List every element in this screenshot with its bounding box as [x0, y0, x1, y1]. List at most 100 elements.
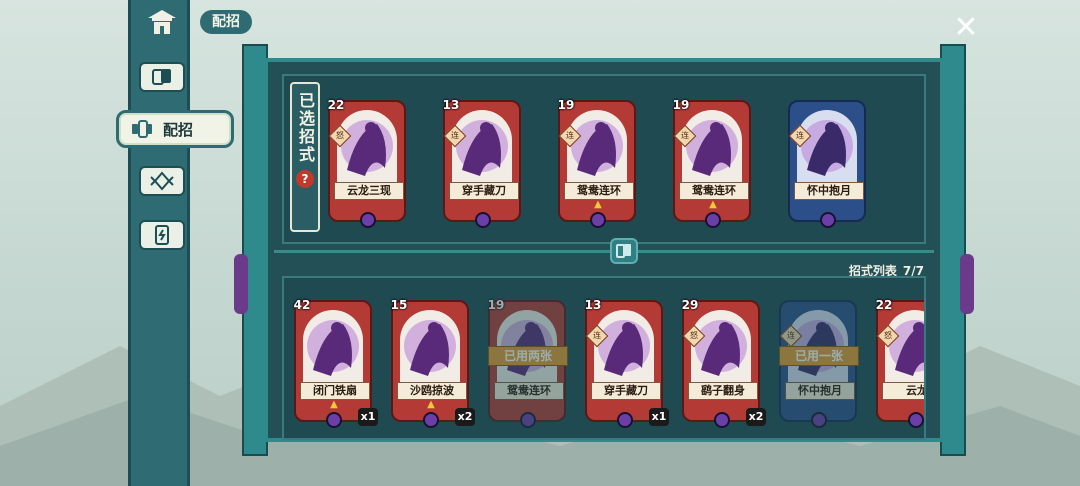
- tassel-right: [960, 254, 974, 314]
- gem-icon: [475, 212, 491, 228]
- card-device-icon: [155, 225, 169, 245]
- card-name: 怀中抱月: [794, 182, 864, 200]
- upgrade-arrow-icon: ▲: [709, 199, 717, 210]
- card-type-label: 连: [593, 331, 601, 340]
- card-name: 穿手藏刀: [449, 182, 519, 200]
- card-type-label: 怒: [884, 331, 892, 340]
- card-art: [691, 310, 751, 392]
- card-art: [452, 110, 512, 192]
- tassel-left: [234, 254, 248, 314]
- card-cost: 15: [390, 298, 408, 312]
- card-art: [303, 310, 363, 392]
- close-icon[interactable]: ✕: [950, 12, 982, 44]
- card-type-label: 怒: [690, 331, 698, 340]
- upgrade-arrow-icon: ▲: [427, 399, 435, 410]
- nav-active-label: 配招: [163, 120, 194, 139]
- deck-icon: [132, 120, 152, 138]
- nav-cards[interactable]: [139, 62, 185, 92]
- card-art: [682, 110, 742, 192]
- card-cost: 19: [557, 98, 575, 112]
- card-type-label: 连: [451, 131, 459, 140]
- list-card[interactable]: 22 怒云龙: [876, 298, 924, 428]
- list-card[interactable]: 42 闭门铁扇 ▲ x1: [294, 298, 378, 428]
- card-art: [567, 110, 627, 192]
- selected-card[interactable]: 13 连穿手藏刀: [443, 98, 521, 228]
- list-card[interactable]: 19 鸳鸯连环 已用两张: [488, 298, 568, 428]
- panel-frame: 已选招式 ? 22 怒云龙三现 13 连穿手藏刀 19 连鸳鸯连环 ▲ 19 连鸳鸯连环 ▲ 连怀中…: [264, 58, 944, 442]
- side-nav: [128, 0, 190, 486]
- card-type-label: 连: [681, 131, 689, 140]
- selected-card[interactable]: 连怀中抱月: [788, 100, 866, 228]
- card-cost: 19: [672, 98, 690, 112]
- card-cost: 19: [487, 298, 505, 312]
- card-count: x2: [455, 408, 475, 426]
- nav-card-device[interactable]: [139, 220, 185, 250]
- card-name: 鸳鸯连环: [679, 182, 749, 200]
- emblem-icon: [150, 171, 174, 191]
- card-type-label: 怒: [336, 131, 344, 140]
- card-cost: [784, 98, 808, 116]
- used-badge: 已用两张: [488, 346, 568, 366]
- nav-deck-active[interactable]: 配招: [116, 110, 234, 148]
- card-name: 怀中抱月: [785, 382, 855, 400]
- nav-emblem[interactable]: [139, 166, 185, 196]
- gem-icon: [811, 412, 827, 428]
- card-count: x1: [649, 408, 669, 426]
- card-count: x2: [746, 408, 766, 426]
- gem-icon: [590, 212, 606, 228]
- gem-icon: [326, 412, 342, 428]
- card-cost: 42: [293, 298, 311, 312]
- selected-moves-label: 已选招式 ?: [290, 82, 320, 232]
- list-card[interactable]: 连怀中抱月 已用一张: [779, 300, 859, 428]
- card-cost: 13: [584, 298, 602, 312]
- card-name: 鹞子翻身: [688, 382, 758, 400]
- list-card[interactable]: 15 沙鸥掠波 ▲ x2: [391, 298, 475, 428]
- list-card[interactable]: 29 怒鹞子翻身 x2: [682, 298, 766, 428]
- card-name: 闭门铁扇: [300, 382, 370, 400]
- help-icon[interactable]: ?: [296, 170, 314, 188]
- gem-icon: [360, 212, 376, 228]
- card-cost: 29: [681, 298, 699, 312]
- deck-toggle-icon[interactable]: [610, 238, 638, 264]
- card-name: 云龙: [882, 382, 924, 400]
- selected-card[interactable]: 22 怒云龙三现: [328, 98, 406, 228]
- gem-icon: [908, 412, 924, 428]
- card-name: 穿手藏刀: [591, 382, 661, 400]
- gem-icon: [617, 412, 633, 428]
- divider: [274, 250, 934, 264]
- card-count: x1: [358, 408, 378, 426]
- card-art: [337, 110, 397, 192]
- list-card[interactable]: 13 连穿手藏刀 x1: [585, 298, 669, 428]
- gem-icon: [714, 412, 730, 428]
- card-cost: 13: [442, 98, 460, 112]
- used-badge: 已用一张: [779, 346, 859, 366]
- card-cost: 22: [327, 98, 345, 112]
- gem-icon: [705, 212, 721, 228]
- selected-card[interactable]: 19 连鸳鸯连环 ▲: [673, 98, 751, 228]
- card-cost: [775, 298, 799, 316]
- card-name: 鸳鸯连环: [564, 182, 634, 200]
- card-type-label: 连: [796, 131, 804, 140]
- nav-home[interactable]: [137, 6, 187, 40]
- page-title: 配招: [200, 10, 252, 34]
- upgrade-arrow-icon: ▲: [594, 199, 602, 210]
- gem-icon: [520, 412, 536, 428]
- card-name: 沙鸥掠波: [397, 382, 467, 400]
- cards-icon: [152, 69, 171, 85]
- card-art: [594, 310, 654, 392]
- card-name: 鸳鸯连环: [494, 382, 564, 400]
- gem-icon: [820, 212, 836, 228]
- move-list-box[interactable]: 42 闭门铁扇 ▲ x1 15 沙鸥掠波 ▲ x2 19 鸳鸯连环 已用两张 13 连穿手藏刀 x1 29 怒…: [282, 276, 926, 440]
- deck-panel: 已选招式 ? 22 怒云龙三现 13 连穿手藏刀 19 连鸳鸯连环 ▲ 19 连鸳鸯连环 ▲ 连怀中…: [234, 44, 974, 456]
- gem-icon: [423, 412, 439, 428]
- card-type-label: 连: [787, 331, 795, 340]
- pavilion-icon: [148, 10, 176, 34]
- upgrade-arrow-icon: ▲: [330, 399, 338, 410]
- card-art: [400, 310, 460, 392]
- card-art: [797, 110, 857, 192]
- selected-card[interactable]: 19 连鸳鸯连环 ▲: [558, 98, 636, 228]
- selected-moves-title: 已选招式: [296, 92, 315, 164]
- card-art: [885, 310, 924, 392]
- card-cost: 22: [875, 298, 893, 312]
- card-type-label: 连: [566, 131, 574, 140]
